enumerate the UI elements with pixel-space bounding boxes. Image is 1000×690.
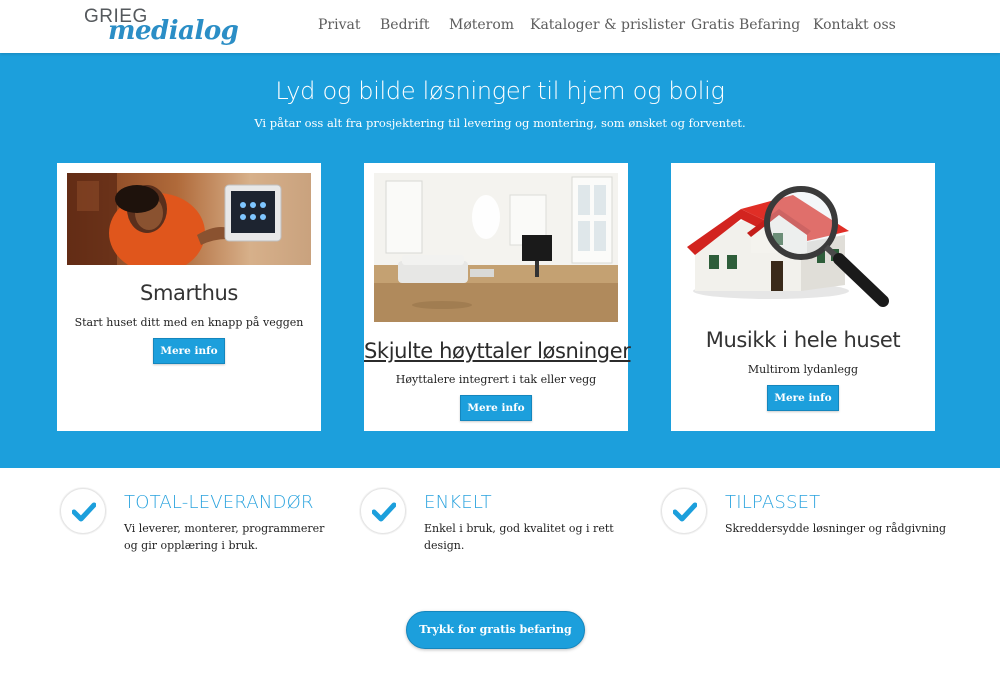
nav-item-bedrift[interactable]: Bedrift [380, 17, 430, 33]
house-magnifier-image[interactable] [681, 173, 925, 313]
feature-enkelt: ENKELT Enkel i bruk, god kvalitet og i r… [360, 488, 650, 568]
card-text-smarthus: Start huset ditt med en knapp på veggen [74, 316, 304, 329]
feature-title: TILPASSET [725, 492, 821, 513]
feature-text: Vi leverer, monterer, programmerer og gi… [124, 522, 325, 552]
site-header: GRIEG medialog Privat Bedrift Møterom Ka… [0, 0, 1000, 53]
card-title-hoyttaler-link[interactable]: Skjulte høyttaler løsninger [364, 339, 631, 363]
grieg-medialog-logo[interactable]: GRIEG medialog [84, 6, 239, 48]
nav-item-kataloger[interactable]: Kataloger & prislister [530, 17, 685, 33]
nav-item-privat[interactable]: Privat [318, 17, 360, 33]
card-text-musikk: Multirom lydanlegg [747, 363, 859, 376]
logo-wordmark-script: medialog [108, 16, 239, 46]
feature-text: Enkel i bruk, god kvalitet og i rett des… [424, 522, 614, 552]
card-musikk: Musikk i hele huset Multirom lydanlegg M… [671, 163, 935, 431]
gratis-befaring-cta-button[interactable]: Trykk for gratis befaring [406, 611, 585, 649]
card-title-musikk: Musikk i hele huset [705, 328, 901, 352]
mere-info-button-smarthus[interactable]: Mere info [153, 338, 225, 364]
feature-title: ENKELT [424, 492, 492, 513]
check-icon [360, 488, 406, 534]
card-title-smarthus: Smarthus [140, 281, 238, 305]
nav-item-kontakt[interactable]: Kontakt oss [813, 17, 896, 33]
feature-total-leverandor: TOTAL-LEVERANDØR Vi leverer, monterer, p… [60, 488, 350, 568]
hero-subtitle: Vi påtar oss alt fra prosjektering til l… [254, 116, 746, 130]
living-room-photo[interactable] [374, 173, 618, 322]
card-text-hoyttaler: Høyttalere integrert i tak eller vegg [395, 373, 597, 386]
feature-text: Skreddersydde løsninger og rådgivning [725, 522, 947, 535]
smarthus-photo[interactable] [67, 173, 311, 265]
feature-tilpasset: TILPASSET Skreddersydde løsninger og råd… [661, 488, 951, 568]
nav-item-moterom[interactable]: Møterom [449, 17, 514, 33]
check-icon [60, 488, 106, 534]
card-hoyttaler: Skjulte høyttaler løsninger Høyttalere i… [364, 163, 631, 431]
feature-title: TOTAL-LEVERANDØR [124, 492, 314, 513]
hero-title: Lyd og bilde løsninger til hjem og bolig [275, 77, 725, 105]
check-icon [661, 488, 707, 534]
hero-section: Lyd og bilde løsninger til hjem og bolig… [0, 53, 1000, 468]
mere-info-button-hoyttaler[interactable]: Mere info [460, 395, 532, 421]
card-smarthus: Smarthus Start huset ditt med en knapp p… [57, 163, 321, 431]
mere-info-button-musikk[interactable]: Mere info [767, 385, 839, 411]
nav-item-gratis-befaring[interactable]: Gratis Befaring [691, 17, 800, 33]
